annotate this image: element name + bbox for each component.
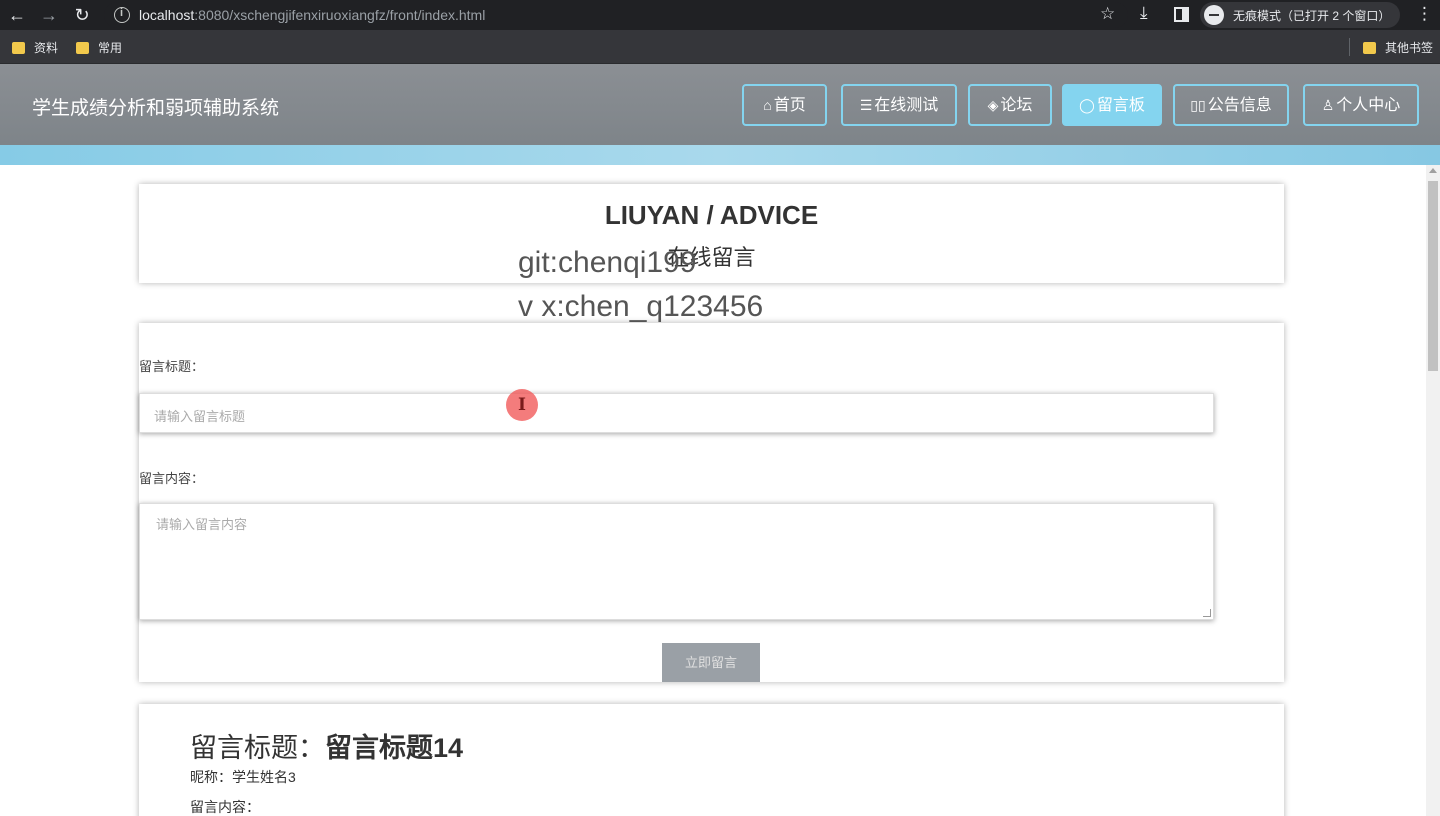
message-form-card: 留言标题： 请输入留言标题 留言内容： 请输入留言内容 立即留言	[139, 323, 1284, 682]
bookmarks-divider	[1349, 38, 1350, 56]
folder-icon	[12, 42, 25, 54]
scroll-up-arrow-icon[interactable]	[1429, 168, 1437, 173]
back-icon[interactable]: ←	[6, 4, 28, 26]
hero-title: LIUYAN / ADVICE	[604, 200, 819, 230]
site-header: 学生成绩分析和弱项辅助系统 ⌂ 首页 ☰ 在线测试 ◈ 论坛 ◯ 留言板 ▯▯ 公告信息 …	[0, 64, 1440, 145]
content-field-label: 留言内容：	[139, 471, 205, 486]
browser-menu-icon[interactable]: ⋮	[1416, 4, 1433, 24]
url-text: localhost:8080/xschengjifenxiruoxiangfz/…	[139, 7, 486, 23]
submit-message-button[interactable]: 立即留言	[662, 643, 760, 682]
site-info-icon[interactable]	[114, 7, 130, 23]
nav-home[interactable]: ⌂ 首页	[742, 84, 827, 126]
nav-personal-center[interactable]: ♙ 个人中心	[1303, 84, 1419, 126]
text-cursor-icon	[506, 389, 538, 421]
layers-icon: ◈	[987, 97, 999, 113]
content-placeholder: 请输入留言内容	[156, 517, 248, 532]
watermark-line-2: v x:chen_q123456	[518, 290, 764, 323]
header-accent-strip	[0, 145, 1440, 165]
bookmark-folder-other[interactable]: 其他书签	[1363, 39, 1433, 56]
page-scrollbar[interactable]	[1426, 165, 1440, 816]
bookmark-star-icon[interactable]: ☆	[1100, 4, 1115, 24]
message-content-label: 留言内容：	[190, 799, 260, 815]
title-input[interactable]: 请输入留言标题	[139, 393, 1214, 433]
incognito-icon	[1204, 5, 1224, 25]
forward-icon[interactable]: →	[38, 4, 60, 26]
message-nickname: 昵称：学生姓名3	[190, 769, 296, 785]
home-icon: ⌂	[763, 97, 772, 113]
incognito-indicator[interactable]: 无痕模式（已打开 2 个窗口）	[1200, 2, 1400, 28]
nav-message-board[interactable]: ◯ 留言板	[1062, 84, 1162, 126]
folder-icon	[1363, 42, 1376, 54]
nav-forum[interactable]: ◈ 论坛	[968, 84, 1052, 126]
reload-icon[interactable]: ↻	[71, 4, 93, 26]
folder-icon	[76, 42, 89, 54]
hero-card: LIUYAN / ADVICE 在线留言	[139, 184, 1284, 283]
sliders-icon: ☰	[859, 97, 873, 113]
title-field-label: 留言标题：	[139, 359, 205, 374]
nav-online-test[interactable]: ☰ 在线测试	[841, 84, 957, 126]
content-textarea[interactable]: 请输入留言内容	[139, 503, 1214, 620]
download-icon[interactable]: ⤓	[1140, 3, 1148, 23]
message-item-card: 留言标题：留言标题14 昵称：学生姓名3 留言内容：	[139, 704, 1284, 816]
watermark-line-1: git:chenqi199	[518, 246, 697, 279]
side-panel-icon[interactable]	[1174, 7, 1189, 22]
bookmark-folder-ziliao[interactable]: 资料	[12, 39, 58, 56]
address-bar[interactable]: localhost:8080/xschengjifenxiruoxiangfz/…	[104, 2, 1128, 28]
bookmarks-bar: 资料 常用 其他书签	[0, 30, 1440, 64]
nav-announcements[interactable]: ▯▯ 公告信息	[1173, 84, 1289, 126]
browser-toolbar: ← → ↻ localhost:8080/xschengjifenxiruoxi…	[0, 0, 1440, 30]
message-title[interactable]: 留言标题：留言标题14	[190, 726, 463, 765]
bookmark-folder-changyong[interactable]: 常用	[76, 39, 122, 56]
user-icon: ♙	[1321, 97, 1335, 113]
chat-bubble-icon: ◯	[1079, 97, 1095, 113]
scroll-thumb[interactable]	[1428, 181, 1438, 371]
site-title[interactable]: 学生成绩分析和弱项辅助系统	[32, 93, 279, 120]
incognito-label: 无痕模式（已打开 2 个窗口）	[1233, 9, 1391, 23]
hero-subtitle: 在线留言	[667, 245, 756, 270]
resize-grip-icon[interactable]	[1203, 609, 1211, 617]
columns-icon: ▯▯	[1190, 97, 1206, 113]
